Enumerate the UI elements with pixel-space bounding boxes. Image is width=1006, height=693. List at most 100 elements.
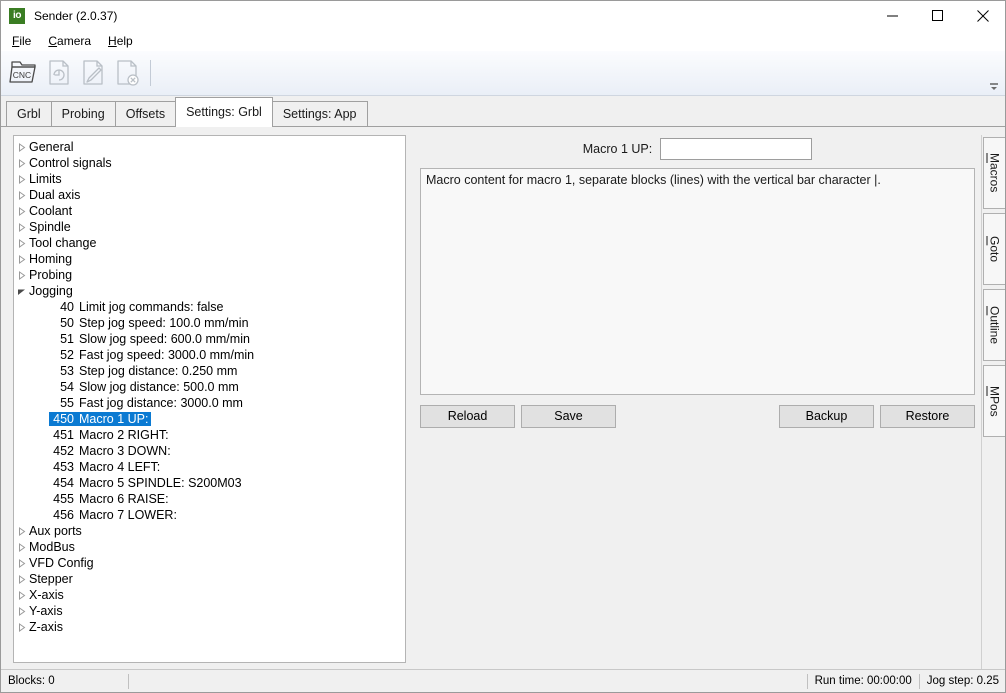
- content-area: General Control signals Limits Dual axis Coo…: [1, 135, 981, 669]
- window-controls: [870, 1, 1005, 30]
- tree-group-row[interactable]: Homing: [14, 251, 405, 267]
- tree-setting-row[interactable]: 40 Limit jog commands: false: [14, 299, 405, 315]
- chevron-right-icon[interactable]: [14, 622, 28, 632]
- backup-button[interactable]: Backup: [779, 404, 874, 428]
- tree-setting-content: 40 Limit jog commands: false: [52, 300, 223, 314]
- vtab-mpos[interactable]: MPos: [983, 365, 1005, 437]
- menu-item-file[interactable]: File: [9, 32, 39, 50]
- tree-group-row[interactable]: Z-axis: [14, 619, 405, 635]
- tab-settings-grbl[interactable]: Settings: Grbl: [175, 97, 273, 127]
- reload-file-icon[interactable]: [42, 54, 76, 92]
- tree-setting-number: 53: [60, 364, 74, 378]
- tree-setting-number: 51: [60, 332, 74, 346]
- title-bar: io Sender (2.0.37): [1, 1, 1005, 30]
- tree-group-label: Homing: [29, 252, 73, 266]
- chevron-right-icon[interactable]: [14, 190, 28, 200]
- tab-probing[interactable]: Probing: [50, 101, 116, 126]
- chevron-right-icon[interactable]: [14, 158, 28, 168]
- menu-item-help[interactable]: Help: [105, 32, 141, 50]
- tree-setting-content: 451 Macro 2 RIGHT:: [52, 428, 168, 442]
- menu-camera-rest: amera: [57, 33, 92, 48]
- tree-group-row[interactable]: Stepper: [14, 571, 405, 587]
- chevron-right-icon[interactable]: [14, 238, 28, 248]
- tree-setting-row[interactable]: 456 Macro 7 LOWER:: [14, 507, 405, 523]
- edit-file-icon[interactable]: [76, 54, 110, 92]
- vtab-mpos-mnemonic: M: [987, 385, 1002, 396]
- close-icon[interactable]: [960, 1, 1005, 30]
- tree-setting-content: 50 Step jog speed: 100.0 mm/min: [52, 316, 248, 330]
- macro-description-text: Macro content for macro 1, separate bloc…: [420, 168, 975, 395]
- tree-setting-row[interactable]: 53 Step jog distance: 0.250 mm: [14, 363, 405, 379]
- vtab-outline[interactable]: Outline: [983, 289, 1005, 361]
- tree-setting-row[interactable]: 451 Macro 2 RIGHT:: [14, 427, 405, 443]
- minimize-icon[interactable]: [870, 1, 915, 30]
- chevron-right-icon[interactable]: [14, 254, 28, 264]
- tree-setting-row[interactable]: 54 Slow jog distance: 500.0 mm: [14, 379, 405, 395]
- tree-setting-row[interactable]: 52 Fast jog speed: 3000.0 mm/min: [14, 347, 405, 363]
- open-cnc-file-icon[interactable]: CNC: [8, 54, 42, 92]
- settings-tree[interactable]: General Control signals Limits Dual axis Coo…: [13, 135, 406, 663]
- chevron-right-icon[interactable]: [14, 270, 28, 280]
- tree-group-row[interactable]: ModBus: [14, 539, 405, 555]
- tree-group-row[interactable]: X-axis: [14, 587, 405, 603]
- tree-setting-label: Step jog distance: 0.250 mm: [79, 364, 238, 378]
- tree-group-row[interactable]: Aux ports: [14, 523, 405, 539]
- vtab-goto[interactable]: Goto: [983, 213, 1005, 285]
- chevron-right-icon[interactable]: [14, 590, 28, 600]
- tree-setting-content: 51 Slow jog speed: 600.0 mm/min: [52, 332, 250, 346]
- tree-group-row[interactable]: Limits: [14, 171, 405, 187]
- vtab-macros[interactable]: Macros: [983, 137, 1005, 209]
- tree-group-row[interactable]: Spindle: [14, 219, 405, 235]
- tree-setting-row[interactable]: 452 Macro 3 DOWN:: [14, 443, 405, 459]
- chevron-right-icon[interactable]: [14, 542, 28, 552]
- tree-setting-row[interactable]: 55 Fast jog distance: 3000.0 mm: [14, 395, 405, 411]
- toolbar-overflow-icon[interactable]: [987, 79, 1001, 93]
- tree-group-row[interactable]: VFD Config: [14, 555, 405, 571]
- menu-item-camera[interactable]: Camera: [45, 32, 99, 50]
- tab-settings-app[interactable]: Settings: App: [271, 101, 368, 126]
- chevron-down-icon[interactable]: [14, 287, 28, 296]
- tree-setting-row[interactable]: 455 Macro 6 RAISE:: [14, 491, 405, 507]
- tab-grbl[interactable]: Grbl: [6, 101, 52, 126]
- tree-group-label: Control signals: [29, 156, 112, 170]
- tree-group-row[interactable]: Dual axis: [14, 187, 405, 203]
- tree-setting-row[interactable]: 51 Slow jog speed: 600.0 mm/min: [14, 331, 405, 347]
- tree-group-row[interactable]: Probing: [14, 267, 405, 283]
- status-bar: Blocks: 0 Run time: 00:00:00 Jog step: 0…: [1, 669, 1005, 692]
- chevron-right-icon[interactable]: [14, 142, 28, 152]
- chevron-right-icon[interactable]: [14, 174, 28, 184]
- tree-group-row[interactable]: Tool change: [14, 235, 405, 251]
- tree-group-row[interactable]: Coolant: [14, 203, 405, 219]
- maximize-icon[interactable]: [915, 1, 960, 30]
- tree-group-row[interactable]: Control signals: [14, 155, 405, 171]
- tree-group-row[interactable]: Y-axis: [14, 603, 405, 619]
- save-button[interactable]: Save: [521, 404, 616, 428]
- tree-setting-number: 456: [53, 508, 74, 522]
- tree-setting-row[interactable]: 50 Step jog speed: 100.0 mm/min: [14, 315, 405, 331]
- macro-value-input[interactable]: [660, 138, 813, 160]
- reload-button[interactable]: Reload: [420, 404, 515, 428]
- chevron-right-icon[interactable]: [14, 222, 28, 232]
- chevron-right-icon[interactable]: [14, 574, 28, 584]
- chevron-right-icon[interactable]: [14, 526, 28, 536]
- restore-button[interactable]: Restore: [880, 404, 975, 428]
- tree-group-row[interactable]: Jogging: [14, 283, 405, 299]
- macro-field-row: Macro 1 UP:: [420, 135, 975, 163]
- chevron-right-icon[interactable]: [14, 206, 28, 216]
- tree-setting-row[interactable]: 453 Macro 4 LEFT:: [14, 459, 405, 475]
- chevron-right-icon[interactable]: [14, 558, 28, 568]
- svg-text:CNC: CNC: [13, 70, 31, 80]
- tree-setting-row[interactable]: 454 Macro 5 SPINDLE: S200M03: [14, 475, 405, 491]
- vtab-macros-mnemonic: M: [987, 153, 1002, 164]
- status-jogstep: Jog step: 0.25: [918, 673, 1005, 689]
- window-title: Sender (2.0.37): [34, 8, 118, 23]
- tree-setting-content: 54 Slow jog distance: 500.0 mm: [52, 380, 239, 394]
- chevron-right-icon[interactable]: [14, 606, 28, 616]
- tree-group-row[interactable]: General: [14, 139, 405, 155]
- tab-offsets[interactable]: Offsets: [114, 101, 177, 126]
- tree-setting-content: 52 Fast jog speed: 3000.0 mm/min: [52, 348, 254, 362]
- tree-setting-row[interactable]: 450 Macro 1 UP:: [14, 411, 405, 427]
- backup-restore-group: Backup Restore: [779, 404, 975, 428]
- vtab-goto-rest: oto: [987, 245, 1002, 263]
- close-file-icon[interactable]: [110, 54, 144, 92]
